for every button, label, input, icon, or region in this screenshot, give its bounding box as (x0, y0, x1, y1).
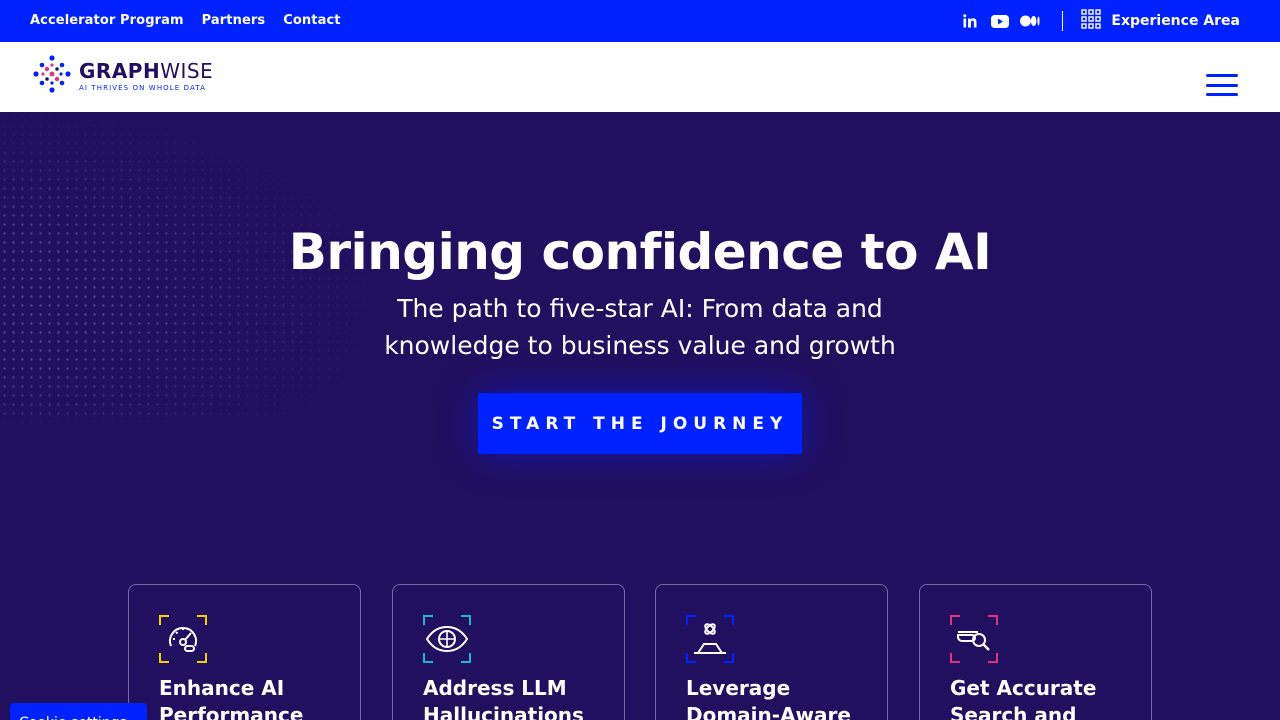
top-bar: Accelerator Program Partners Contact Exp… (0, 0, 1280, 42)
hamburger-menu-icon[interactable] (1206, 74, 1238, 96)
experience-area-link[interactable]: Experience Area (1081, 9, 1240, 33)
top-links: Accelerator Program Partners Contact (30, 0, 341, 40)
cookie-settings-button[interactable]: Cookie settings (10, 703, 147, 720)
speedometer-icon (159, 615, 207, 663)
logo-wordmark-bold: GRAPH (79, 59, 161, 83)
search-document-icon (950, 615, 998, 663)
logo-tagline: AI THRIVES ON WHOLE DATA (79, 84, 207, 92)
card-title: Address LLM Hallucinations (423, 676, 584, 720)
link-accelerator-program[interactable]: Accelerator Program (30, 13, 184, 28)
feature-card-accurate-search[interactable]: Get Accurate Search and (919, 584, 1152, 720)
logo-mark-icon (33, 55, 71, 97)
youtube-icon[interactable] (990, 13, 1010, 29)
experience-area-label: Experience Area (1111, 13, 1240, 29)
hero-title: Bringing confidence to AI (288, 223, 992, 281)
eye-icon (423, 615, 471, 663)
feature-card-llm-hallucinations[interactable]: Address LLM Hallucinations (392, 584, 625, 720)
social-links (960, 13, 1040, 29)
medium-icon[interactable] (1020, 13, 1040, 29)
hand-atom-icon (686, 615, 734, 663)
logo-wordmark: GRAPHWISE (79, 60, 213, 82)
card-title: Enhance AI Performance (159, 676, 304, 720)
card-title: Get Accurate Search and (950, 676, 1097, 720)
top-right: Experience Area (960, 0, 1240, 42)
link-contact[interactable]: Contact (283, 13, 340, 28)
main-header: GRAPHWISE AI THRIVES ON WHOLE DATA (0, 42, 1280, 112)
feature-card-domain-aware[interactable]: Leverage Domain-Aware (655, 584, 888, 720)
graphwise-logo[interactable]: GRAPHWISE AI THRIVES ON WHOLE DATA (33, 55, 213, 97)
grid-icon (1081, 9, 1102, 33)
logo-text: GRAPHWISE AI THRIVES ON WHOLE DATA (79, 60, 213, 92)
hero-subtitle: The path to five-star AI: From data and … (384, 294, 896, 360)
card-title: Leverage Domain-Aware (686, 676, 851, 720)
start-journey-button[interactable]: START THE JOURNEY (478, 393, 802, 454)
divider (1062, 11, 1064, 31)
logo-wordmark-thin: WISE (160, 59, 214, 83)
linkedin-icon[interactable] (960, 13, 980, 29)
link-partners[interactable]: Partners (202, 13, 266, 28)
feature-card-enhance-ai[interactable]: Enhance AI Performance (128, 584, 361, 720)
